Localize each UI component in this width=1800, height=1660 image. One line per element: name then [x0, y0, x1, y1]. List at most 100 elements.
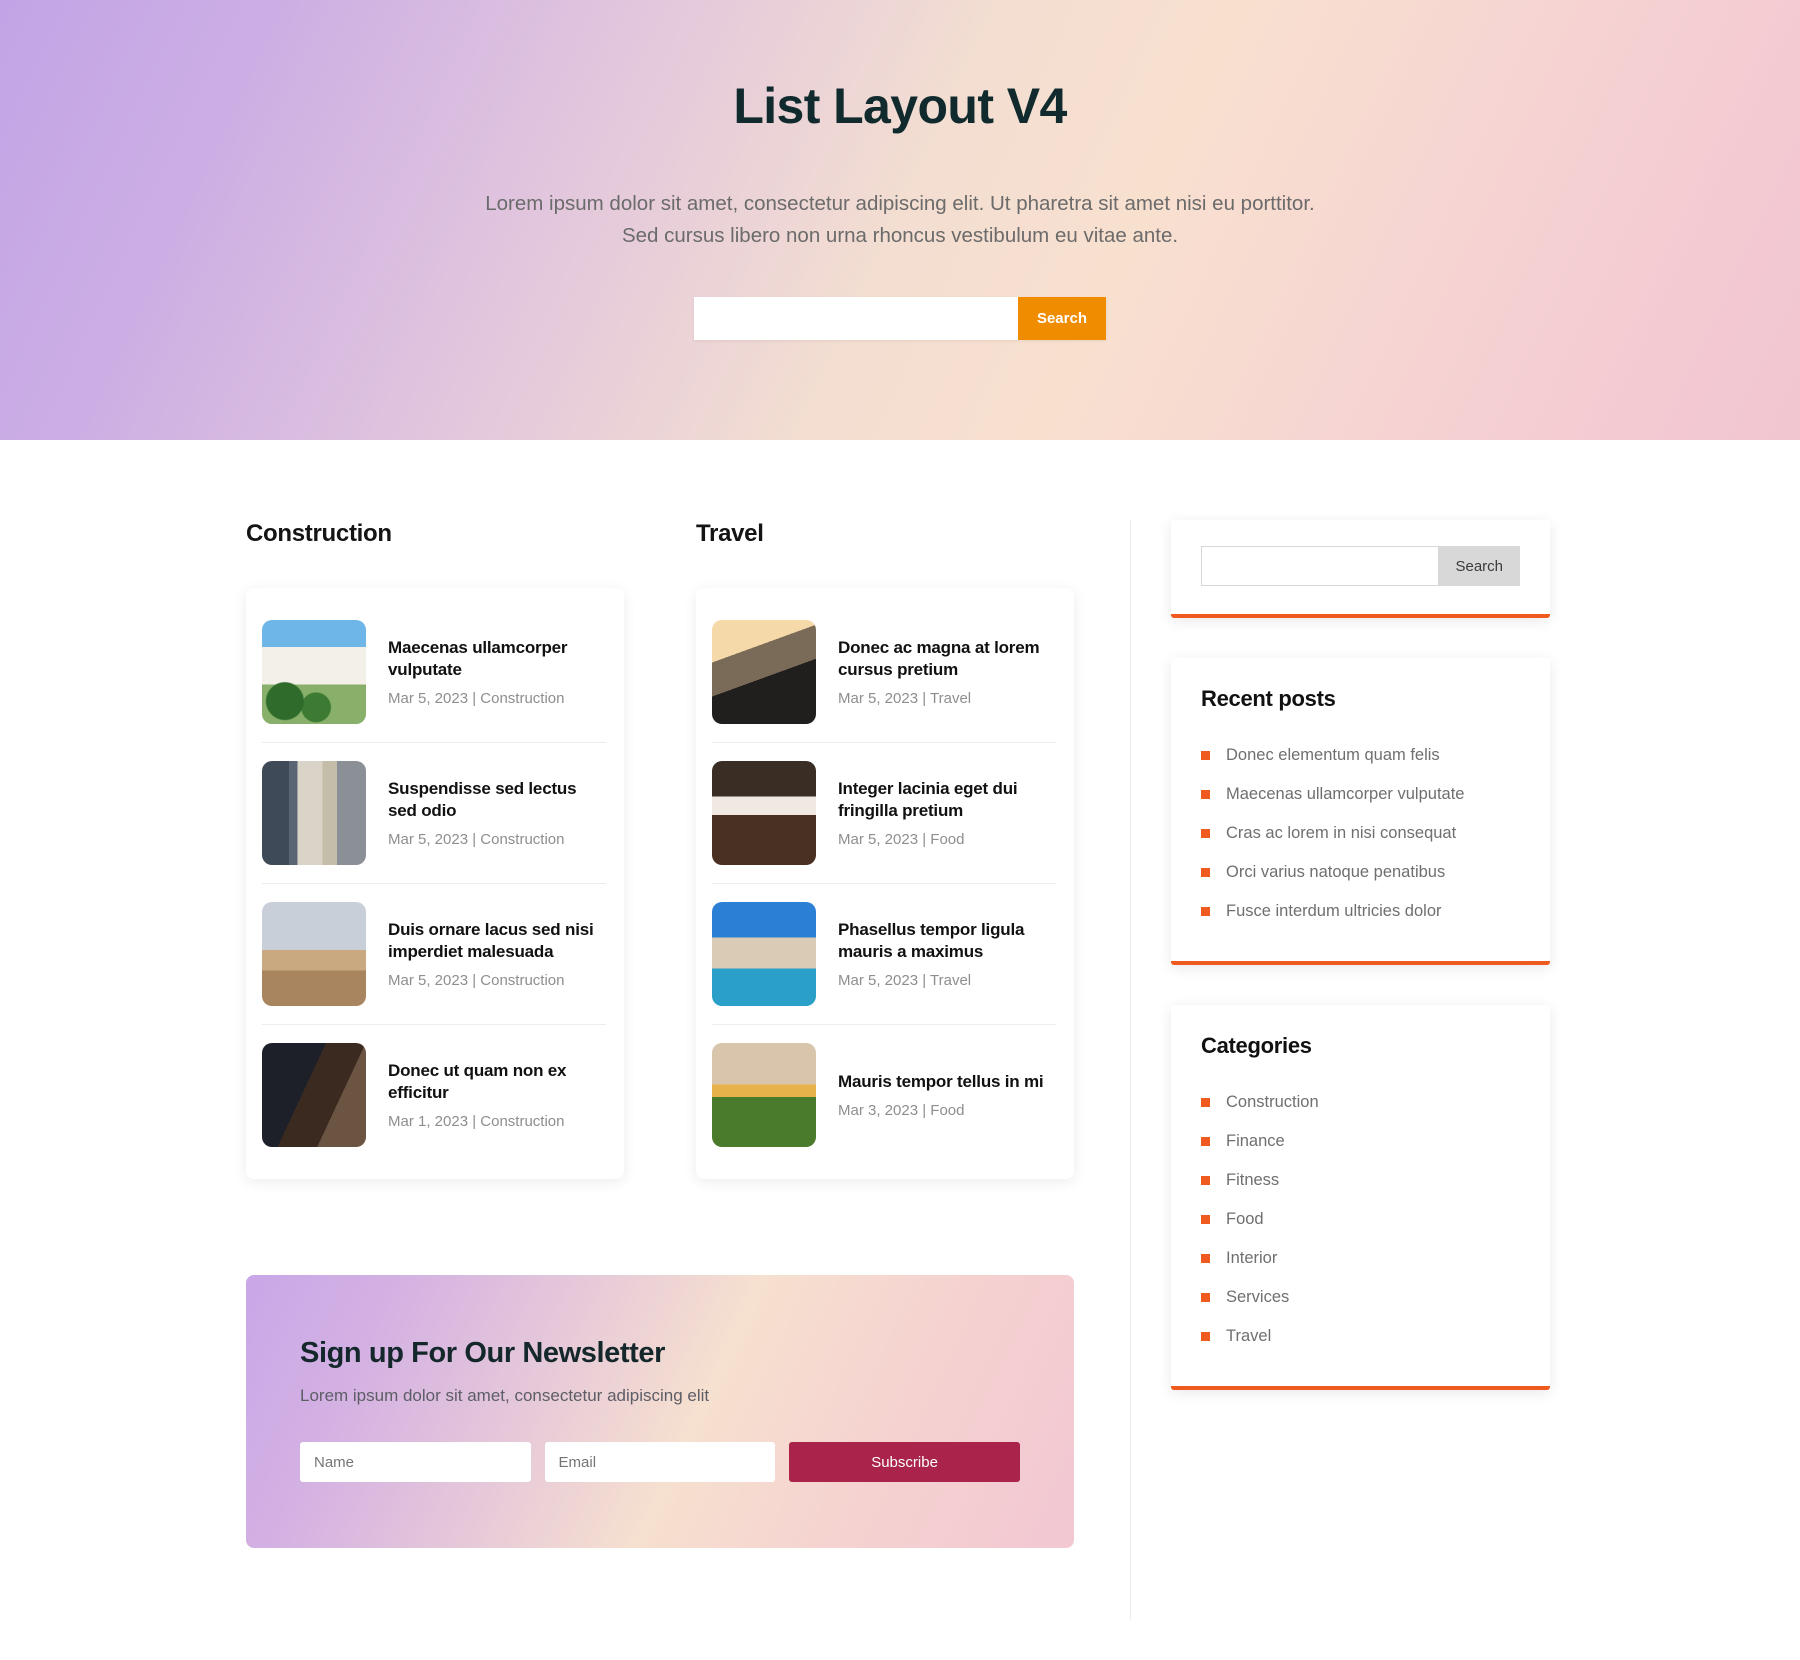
column-title-construction: Construction	[246, 520, 392, 547]
square-bullet-icon	[1201, 751, 1210, 760]
list-item[interactable]: Fitness	[1201, 1161, 1520, 1200]
post-meta: Mar 1, 2023 | Construction	[388, 1112, 565, 1130]
post-title[interactable]: Donec ac magna at lorem cursus pretium	[838, 637, 1056, 680]
post-columns: Construction Maecenas ullamcorper vulput…	[246, 520, 1130, 1179]
hero-search-form: Search	[694, 297, 1106, 341]
recent-post-link[interactable]: Fusce interdum ultricies dolor	[1226, 902, 1442, 921]
square-bullet-icon	[1201, 790, 1210, 799]
post-meta: Mar 5, 2023 | Construction	[388, 971, 565, 989]
list-item[interactable]: Fusce interdum ultricies dolor	[1201, 892, 1520, 931]
post-body: Donec ac magna at lorem cursus pretium M…	[838, 637, 1056, 707]
list-item[interactable]: Maecenas ullamcorper vulputate Mar 5, 20…	[262, 602, 606, 743]
post-title[interactable]: Mauris tempor tellus in mi	[838, 1071, 1056, 1092]
search-input[interactable]	[1201, 546, 1439, 586]
post-column-travel: Travel Donec ac magna at lorem cursus pr…	[696, 520, 1074, 1179]
list-item[interactable]: Maecenas ullamcorper vulputate	[1201, 775, 1520, 814]
list-item[interactable]: Mauris tempor tellus in mi Mar 3, 2023 |…	[712, 1025, 1056, 1165]
list-item[interactable]: Interior	[1201, 1239, 1520, 1278]
post-body: Integer lacinia eget dui fringilla preti…	[838, 778, 1056, 848]
recent-posts-widget: Recent posts Donec elementum quam felis …	[1171, 658, 1550, 965]
list-item[interactable]: Services	[1201, 1278, 1520, 1317]
list-item[interactable]: Orci varius natoque penatibus	[1201, 853, 1520, 892]
recent-post-link[interactable]: Maecenas ullamcorper vulputate	[1226, 785, 1464, 804]
page-body: Construction Maecenas ullamcorper vulput…	[0, 440, 1800, 1620]
list-item[interactable]: Suspendisse sed lectus sed odio Mar 5, 2…	[262, 743, 606, 884]
square-bullet-icon	[1201, 868, 1210, 877]
hero-search-button[interactable]: Search	[1017, 297, 1106, 341]
list-item[interactable]: Travel	[1201, 1317, 1520, 1356]
name-field[interactable]	[300, 1442, 531, 1482]
square-bullet-icon	[1201, 1215, 1210, 1224]
post-body: Donec ut quam non ex efficitur Mar 1, 20…	[388, 1060, 606, 1130]
post-title[interactable]: Maecenas ullamcorper vulputate	[388, 637, 606, 680]
post-body: Phasellus tempor ligula mauris a maximus…	[838, 919, 1056, 989]
category-link[interactable]: Travel	[1226, 1327, 1271, 1346]
post-thumbnail-market	[712, 1043, 816, 1147]
post-thumbnail-house	[262, 620, 366, 724]
square-bullet-icon	[1201, 907, 1210, 916]
category-link[interactable]: Finance	[1226, 1132, 1285, 1151]
search-button[interactable]: Search	[1438, 546, 1520, 586]
hero-inner: List Layout V4 Lorem ipsum dolor sit ame…	[0, 0, 1800, 341]
category-link[interactable]: Food	[1226, 1210, 1264, 1229]
post-meta: Mar 5, 2023 | Construction	[388, 689, 565, 707]
post-title[interactable]: Suspendisse sed lectus sed odio	[388, 778, 606, 821]
recent-post-link[interactable]: Orci varius natoque penatibus	[1226, 863, 1445, 882]
page-title: List Layout V4	[733, 78, 1067, 134]
list-item[interactable]: Donec elementum quam felis	[1201, 736, 1520, 775]
post-thumbnail-building	[262, 761, 366, 865]
square-bullet-icon	[1201, 1176, 1210, 1185]
list-item[interactable]: Integer lacinia eget dui fringilla preti…	[712, 743, 1056, 884]
category-link[interactable]: Construction	[1226, 1093, 1319, 1112]
post-body: Duis ornare lacus sed nisi imperdiet mal…	[388, 919, 606, 989]
category-link[interactable]: Interior	[1226, 1249, 1277, 1268]
hero-search-input[interactable]	[694, 297, 1018, 341]
list-item[interactable]: Construction	[1201, 1083, 1520, 1122]
recent-post-link[interactable]: Donec elementum quam felis	[1226, 746, 1440, 765]
post-meta: Mar 5, 2023 | Construction	[388, 830, 565, 848]
sidebar: Search Recent posts Donec elementum quam…	[1130, 520, 1550, 1620]
list-item[interactable]: Finance	[1201, 1122, 1520, 1161]
post-thumbnail-chocolate	[712, 761, 816, 865]
list-item[interactable]: Duis ornare lacus sed nisi imperdiet mal…	[262, 884, 606, 1025]
sidebar-search-form: Search	[1201, 546, 1520, 586]
post-title[interactable]: Integer lacinia eget dui fringilla preti…	[838, 778, 1056, 821]
post-thumbnail-leather	[262, 1043, 366, 1147]
category-link[interactable]: Services	[1226, 1288, 1289, 1307]
recent-post-link[interactable]: Cras ac lorem in nisi consequat	[1226, 824, 1456, 843]
main-column: Construction Maecenas ullamcorper vulput…	[230, 520, 1130, 1548]
list-item[interactable]: Donec ac magna at lorem cursus pretium M…	[712, 602, 1056, 743]
post-body: Suspendisse sed lectus sed odio Mar 5, 2…	[388, 778, 606, 848]
newsletter-title: Sign up For Our Newsletter	[300, 1337, 666, 1369]
list-item[interactable]: Phasellus tempor ligula mauris a maximus…	[712, 884, 1056, 1025]
categories-list: Construction Finance Fitness Food Interi…	[1201, 1083, 1520, 1356]
post-meta: Mar 5, 2023 | Food	[838, 830, 965, 848]
column-title-travel: Travel	[696, 520, 764, 547]
sidebar-search-widget: Search	[1171, 520, 1550, 618]
post-title[interactable]: Duis ornare lacus sed nisi imperdiet mal…	[388, 919, 606, 962]
list-item[interactable]: Food	[1201, 1200, 1520, 1239]
square-bullet-icon	[1201, 1293, 1210, 1302]
content-wrapper: Construction Maecenas ullamcorper vulput…	[230, 440, 1570, 1620]
post-thumbnail-crane	[262, 902, 366, 1006]
square-bullet-icon	[1201, 1137, 1210, 1146]
category-link[interactable]: Fitness	[1226, 1171, 1279, 1190]
post-body: Mauris tempor tellus in mi Mar 3, 2023 |…	[838, 1071, 1056, 1119]
email-field[interactable]	[544, 1442, 776, 1482]
post-column-construction: Construction Maecenas ullamcorper vulput…	[246, 520, 624, 1179]
post-title[interactable]: Phasellus tempor ligula mauris a maximus	[838, 919, 1056, 962]
post-thumbnail-driving	[712, 620, 816, 724]
post-thumbnail-venice	[712, 902, 816, 1006]
post-title[interactable]: Donec ut quam non ex efficitur	[388, 1060, 606, 1103]
list-item[interactable]: Donec ut quam non ex efficitur Mar 1, 20…	[262, 1025, 606, 1165]
list-item[interactable]: Cras ac lorem in nisi consequat	[1201, 814, 1520, 853]
square-bullet-icon	[1201, 1098, 1210, 1107]
subscribe-button[interactable]: Subscribe	[789, 1442, 1021, 1482]
post-meta: Mar 5, 2023 | Travel	[838, 971, 972, 989]
square-bullet-icon	[1201, 1332, 1210, 1341]
square-bullet-icon	[1201, 829, 1210, 838]
hero-section: List Layout V4 Lorem ipsum dolor sit ame…	[0, 0, 1800, 440]
newsletter-form: Subscribe	[300, 1442, 1021, 1482]
newsletter-subtitle: Lorem ipsum dolor sit amet, consectetur …	[300, 1386, 710, 1405]
recent-posts-list: Donec elementum quam felis Maecenas ulla…	[1201, 736, 1520, 931]
